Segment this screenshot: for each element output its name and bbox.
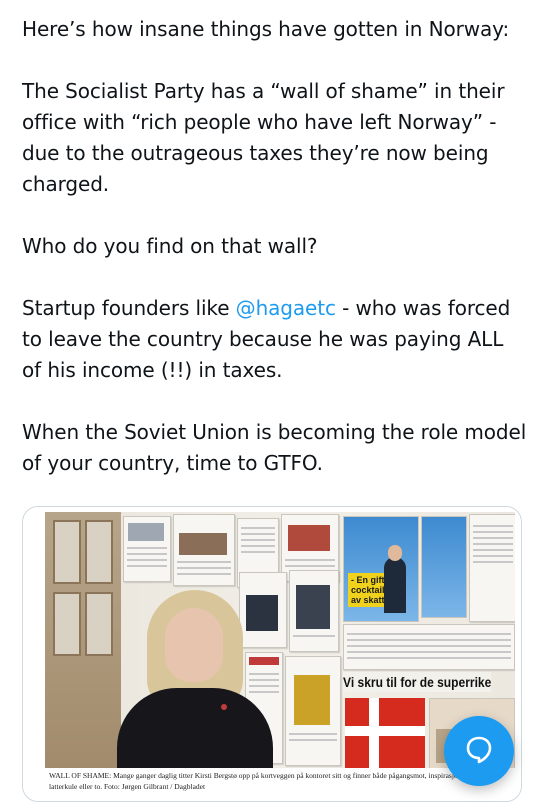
lapel-pin (221, 704, 227, 710)
news-photo[interactable]: - En giftig cocktail av skatt Vi skru ti… (45, 512, 515, 768)
newspaper-clipping (239, 572, 287, 648)
person-face (165, 608, 223, 682)
tweet-paragraph-4: Startup founders like @hagaetc - who was… (22, 293, 527, 386)
newspaper-clipping (289, 570, 339, 652)
tweet-text: Here’s how insane things have gotten in … (22, 14, 527, 510)
newspaper-clipping (123, 516, 171, 582)
newspaper-clipping (173, 514, 235, 586)
newspaper-clipping (285, 656, 341, 766)
photo-caption: WALL OF SHAME: Mange ganger daglig titte… (49, 770, 515, 796)
person-body (117, 688, 273, 768)
tweet-paragraph-1: Here’s how insane things have gotten in … (22, 17, 510, 41)
caption-line: WALL OF SHAME: Mange ganger daglig titte… (49, 771, 462, 780)
tweet-text-fragment: Startup founders like (22, 296, 236, 320)
newspaper-clipping (343, 624, 515, 670)
tweet-paragraph-2: The Socialist Party has a “wall of shame… (22, 79, 505, 196)
tweet-paragraph-3: Who do you find on that wall? (22, 234, 318, 258)
swiss-flag-image (345, 698, 425, 768)
window (45, 512, 121, 768)
tweet-paragraph-5: When the Soviet Union is becoming the ro… (22, 420, 527, 475)
newspaper-photo-sky (421, 516, 467, 618)
newspaper-clipping (469, 514, 515, 622)
compose-reply-button[interactable] (444, 716, 514, 786)
caption-line: latterkule eller to. Foto: Jørgen Gilbra… (49, 782, 206, 791)
photo-headline: Vi skru til for de superrike i Sveits (343, 672, 491, 692)
compose-reply-icon (464, 734, 494, 768)
newspaper-photo-sky: - En giftig cocktail av skatt (343, 516, 419, 622)
mention-link[interactable]: @hagaetc (236, 296, 336, 320)
